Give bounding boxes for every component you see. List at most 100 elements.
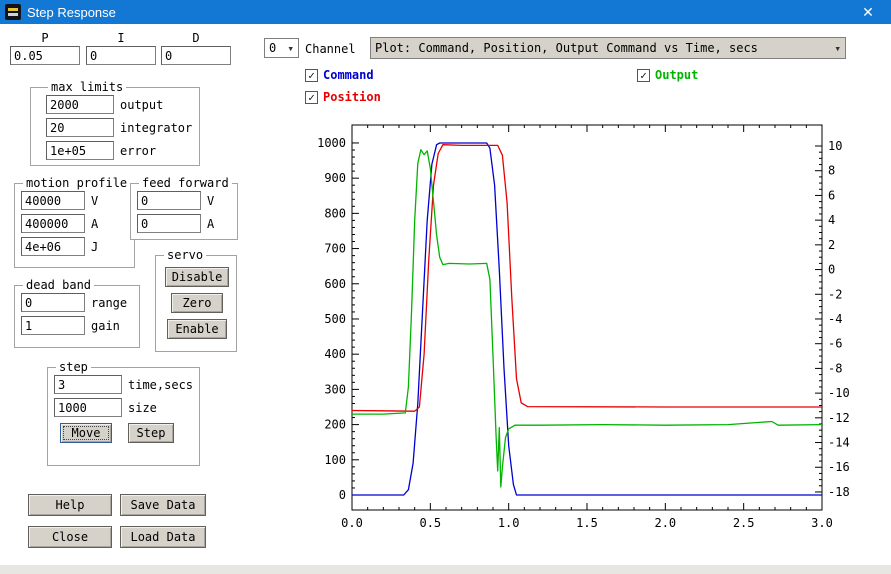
ff-velocity-input[interactable] [137,191,201,210]
dead-band-gain-label: gain [91,319,120,333]
chevron-down-icon: ▾ [834,42,841,55]
jerk-label: J [91,240,98,254]
series-position [352,145,822,412]
motion-profile-title: motion profile [23,176,130,190]
step-response-chart: 0.00.51.01.52.02.53.00100200300400500600… [300,110,880,550]
svg-text:-14: -14 [828,436,850,450]
motion-profile-group: motion profile V A J [14,176,135,268]
svg-text:0.0: 0.0 [341,516,363,530]
max-limits-title: max limits [48,80,126,94]
step-title: step [56,360,91,374]
svg-text:6: 6 [828,188,835,202]
d-input[interactable] [161,46,231,65]
svg-text:300: 300 [324,382,346,396]
svg-text:700: 700 [324,242,346,256]
p-label: P [10,31,80,45]
checkbox-check-icon: ✓ [305,69,318,82]
position-checkbox-label: Position [323,90,381,104]
dead-band-range-input[interactable] [21,293,85,312]
max-output-input[interactable] [46,95,114,114]
step-time-input[interactable] [54,375,122,394]
plot-mode-select[interactable]: Plot: Command, Position, Output Command … [370,37,846,59]
jerk-input[interactable] [21,237,85,256]
feed-forward-group: feed forward V A [130,176,238,240]
svg-text:800: 800 [324,206,346,220]
i-input[interactable] [86,46,156,65]
servo-zero-button[interactable]: Zero [171,293,223,313]
ff-acceleration-label: A [207,217,214,231]
ff-acceleration-input[interactable] [137,214,201,233]
svg-text:-16: -16 [828,460,850,474]
step-time-label: time,secs [128,378,193,392]
step-size-input[interactable] [54,398,122,417]
step-button[interactable]: Step [128,423,174,443]
load-data-button[interactable]: Load Data [120,526,206,548]
move-button[interactable]: Move [60,423,112,443]
svg-text:-10: -10 [828,386,850,400]
i-label: I [86,31,156,45]
dead-band-range-label: range [91,296,127,310]
svg-text:8: 8 [828,164,835,178]
close-icon: ✕ [862,4,874,21]
svg-text:10: 10 [828,139,842,153]
acceleration-input[interactable] [21,214,85,233]
svg-text:400: 400 [324,347,346,361]
svg-text:500: 500 [324,312,346,326]
svg-text:2.5: 2.5 [733,516,755,530]
max-limits-group: max limits output integrator error [30,80,200,166]
svg-text:0: 0 [828,263,835,277]
window-title: Step Response [27,5,116,20]
max-error-label: error [120,144,156,158]
step-response-window: Step Response ✕ P I D 0 ▾ Channel Plot: … [0,0,891,574]
svg-text:-2: -2 [828,287,842,301]
svg-text:2.0: 2.0 [654,516,676,530]
dead-band-gain-input[interactable] [21,316,85,335]
svg-text:1.5: 1.5 [576,516,598,530]
velocity-input[interactable] [21,191,85,210]
servo-enable-button[interactable]: Enable [167,319,227,339]
max-integrator-input[interactable] [46,118,114,137]
dead-band-title: dead band [23,278,94,292]
plot-mode-value: Plot: Command, Position, Output Command … [375,41,758,55]
svg-text:-4: -4 [828,312,842,326]
step-group: step time,secs size Move Step [47,360,200,466]
ff-velocity-label: V [207,194,214,208]
app-icon [5,4,21,20]
close-window-button[interactable]: Close [28,526,112,548]
save-data-button[interactable]: Save Data [120,494,206,516]
max-output-label: output [120,98,163,112]
channel-value: 0 [269,41,276,55]
d-label: D [161,31,231,45]
servo-group: servo Disable Zero Enable [155,248,237,352]
svg-text:-6: -6 [828,337,842,351]
output-checkbox[interactable]: ✓ Output [637,68,698,82]
max-error-input[interactable] [46,141,114,160]
svg-text:1.0: 1.0 [498,516,520,530]
channel-select[interactable]: 0 ▾ [264,38,299,58]
velocity-label: V [91,194,98,208]
help-button[interactable]: Help [28,494,112,516]
position-checkbox[interactable]: ✓ Position [305,90,381,104]
acceleration-label: A [91,217,98,231]
svg-text:3.0: 3.0 [811,516,833,530]
svg-text:-18: -18 [828,485,850,499]
checkbox-check-icon: ✓ [637,69,650,82]
series-command [352,143,822,495]
chevron-down-icon: ▾ [287,42,294,55]
svg-text:-12: -12 [828,411,850,425]
close-button[interactable]: ✕ [845,0,891,24]
svg-text:0: 0 [339,488,346,502]
servo-disable-button[interactable]: Disable [165,267,229,287]
output-checkbox-label: Output [655,68,698,82]
feed-forward-title: feed forward [139,176,232,190]
svg-text:-8: -8 [828,361,842,375]
p-input[interactable] [10,46,80,65]
svg-text:2: 2 [828,238,835,252]
command-checkbox-label: Command [323,68,374,82]
titlebar[interactable]: Step Response ✕ [0,0,891,24]
svg-text:0.5: 0.5 [419,516,441,530]
svg-text:600: 600 [324,277,346,291]
svg-text:1000: 1000 [317,136,346,150]
command-checkbox[interactable]: ✓ Command [305,68,374,82]
dead-band-group: dead band range gain [14,278,140,348]
